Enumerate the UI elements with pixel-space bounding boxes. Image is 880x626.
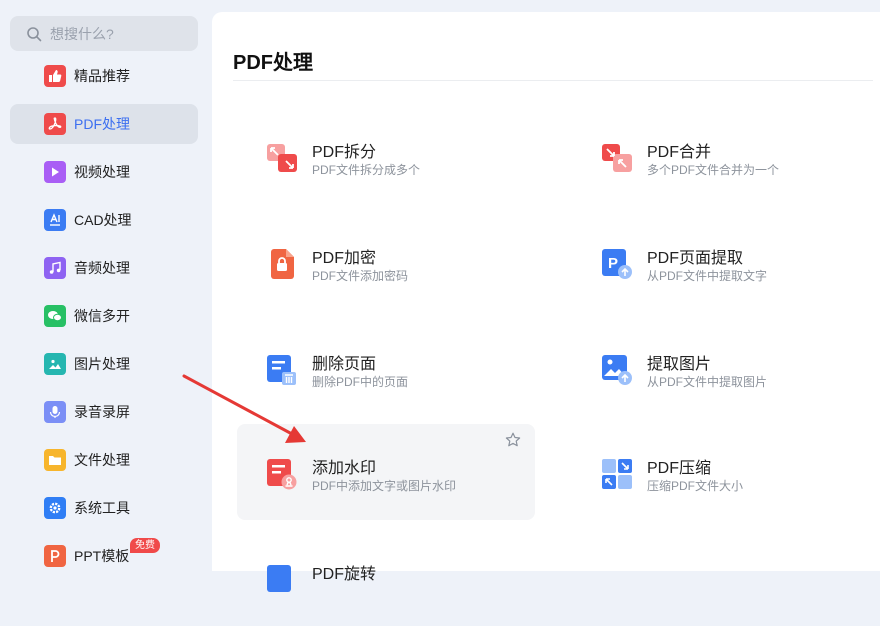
main-panel: PDF处理 PDF拆分 PDF文件拆分成多个 PDF合并 多个PDF文件合并为一… xyxy=(212,12,880,592)
image-icon xyxy=(44,353,66,375)
sidebar-item-label: 视频处理 xyxy=(74,164,130,180)
sidebar-item-label: 图片处理 xyxy=(74,356,130,372)
compress-icon xyxy=(602,459,632,489)
sidebar-menu: 精品推荐 PDF处理 视频处理 CAD处理 音频处理 微信多开 图片处理 录音录… xyxy=(10,56,198,584)
tool-pdf-split[interactable]: PDF拆分 PDF文件拆分成多个 xyxy=(237,112,535,208)
tool-name: PDF合并 xyxy=(647,144,712,161)
tool-pdf-merge[interactable]: PDF合并 多个PDF文件合并为一个 xyxy=(572,112,870,208)
favorite-star-icon[interactable] xyxy=(505,432,521,448)
sidebar-item-label: 音频处理 xyxy=(74,260,130,276)
ppt-icon xyxy=(44,545,66,567)
sidebar-item-label: 系统工具 xyxy=(74,500,130,516)
gear-icon xyxy=(44,497,66,519)
tool-name: 删除页面 xyxy=(312,356,377,373)
extract-image-icon xyxy=(602,355,632,385)
tool-delete-page[interactable]: 删除页面 删除PDF中的页面 xyxy=(237,324,535,420)
tool-name: 提取图片 xyxy=(647,356,712,373)
sidebar-item-label: PPT模板 xyxy=(74,548,130,564)
tool-add-watermark[interactable]: 添加水印 PDF中添加文字或图片水印 xyxy=(237,424,535,520)
sidebar-item-label: 文件处理 xyxy=(74,452,130,468)
sidebar-item-pdf[interactable]: PDF处理 xyxy=(10,104,198,144)
sidebar-item-video[interactable]: 视频处理 xyxy=(10,152,198,192)
sidebar-item-record[interactable]: 录音录屏 xyxy=(10,392,198,432)
tool-extract-image[interactable]: 提取图片 从PDF文件中提取图片 xyxy=(572,324,870,420)
tool-desc: PDF中添加文字或图片水印 xyxy=(312,479,457,493)
tool-name: PDF拆分 xyxy=(312,144,377,161)
sidebar-item-ppt[interactable]: PPT模板 免费 xyxy=(10,536,198,576)
sidebar-item-wechat[interactable]: 微信多开 xyxy=(10,296,198,336)
sidebar-item-label: 微信多开 xyxy=(74,308,130,324)
rotate-icon xyxy=(267,565,291,592)
tool-desc: 多个PDF文件合并为一个 xyxy=(647,163,780,177)
split-icon xyxy=(267,144,297,172)
wechat-icon xyxy=(44,305,66,327)
thumbs-up-icon xyxy=(44,65,66,87)
sidebar-item-audio[interactable]: 音频处理 xyxy=(10,248,198,288)
tool-pdf-page-extract[interactable]: P PDF页面提取 从PDF文件中提取文字 xyxy=(572,218,870,314)
microphone-icon xyxy=(44,401,66,423)
sidebar-item-file[interactable]: 文件处理 xyxy=(10,440,198,480)
svg-text:P: P xyxy=(608,255,618,272)
tool-name: PDF旋转 xyxy=(312,566,377,583)
search-icon xyxy=(27,26,42,41)
tool-desc: 压缩PDF文件大小 xyxy=(647,479,744,493)
sidebar-item-system[interactable]: 系统工具 xyxy=(10,488,198,528)
sidebar-item-label: 精品推荐 xyxy=(74,68,130,84)
page-extract-icon: P xyxy=(602,249,632,279)
tool-desc: PDF文件拆分成多个 xyxy=(312,163,421,177)
divider xyxy=(233,80,873,81)
sidebar-item-image[interactable]: 图片处理 xyxy=(10,344,198,384)
merge-icon xyxy=(602,144,632,172)
page-title: PDF处理 xyxy=(233,52,313,74)
tool-name: PDF加密 xyxy=(312,250,377,267)
sidebar-item-cad[interactable]: CAD处理 xyxy=(10,200,198,240)
lock-icon xyxy=(271,249,294,279)
sidebar-item-label: PDF处理 xyxy=(74,116,130,132)
sidebar: 想搜什么? 精品推荐 PDF处理 视频处理 CAD处理 音频处理 微信多开 图片… xyxy=(0,0,212,571)
tool-desc: 从PDF文件中提取图片 xyxy=(647,375,768,389)
tool-pdf-encrypt[interactable]: PDF加密 PDF文件添加密码 xyxy=(237,218,535,314)
delete-page-icon xyxy=(267,355,296,385)
sidebar-item-label: 录音录屏 xyxy=(74,404,130,420)
tool-pdf-compress[interactable]: PDF压缩 压缩PDF文件大小 xyxy=(572,424,870,520)
pdf-icon xyxy=(44,113,66,135)
tool-desc: PDF文件添加密码 xyxy=(312,269,409,283)
tool-name: 添加水印 xyxy=(312,460,377,477)
search-placeholder: 想搜什么? xyxy=(50,25,114,42)
tool-name: PDF压缩 xyxy=(647,460,712,477)
play-icon xyxy=(44,161,66,183)
free-badge: 免费 xyxy=(130,538,160,553)
tool-pdf-rotate[interactable]: PDF旋转 xyxy=(237,530,535,626)
search-input[interactable]: 想搜什么? xyxy=(10,16,198,51)
folder-icon xyxy=(44,449,66,471)
sidebar-item-label: CAD处理 xyxy=(74,212,132,228)
tool-name: PDF页面提取 xyxy=(647,250,744,267)
cad-icon xyxy=(44,209,66,231)
tool-desc: 从PDF文件中提取文字 xyxy=(647,269,768,283)
tool-desc: 删除PDF中的页面 xyxy=(312,375,409,389)
music-icon xyxy=(44,257,66,279)
sidebar-item-recommend[interactable]: 精品推荐 xyxy=(10,56,198,96)
watermark-icon xyxy=(267,459,297,490)
